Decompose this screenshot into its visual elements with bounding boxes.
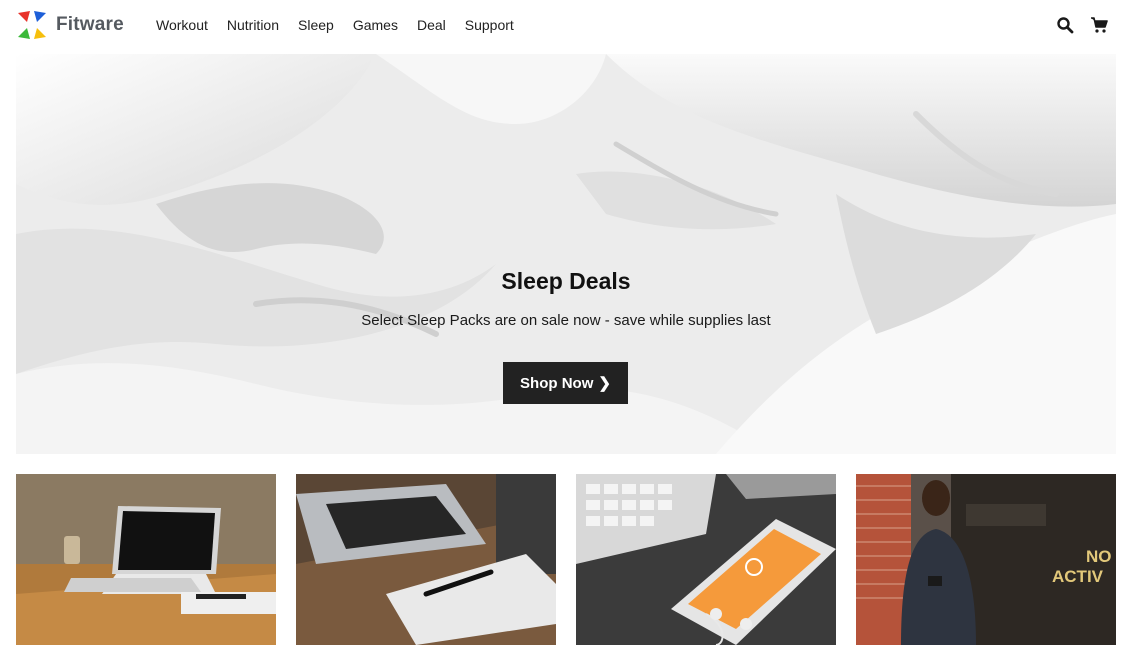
hero-title: Sleep Deals [501,268,631,294]
site-header: Fitware Workout Nutrition Sleep Games De… [0,0,1133,54]
nav-item-support[interactable]: Support [465,16,514,34]
nav-item-games[interactable]: Games [353,16,398,34]
man-with-phone-brick-wall-photo: NO ACTIV [856,474,1116,645]
hero-banner: Sleep Deals Select Sleep Packs are on sa… [16,54,1116,454]
nav-item-sleep[interactable]: Sleep [298,16,334,34]
nav-item-nutrition[interactable]: Nutrition [227,16,279,34]
search-icon[interactable] [1056,16,1074,34]
shop-now-button[interactable]: Shop Now ❯ [503,362,628,404]
product-card-laptop-table[interactable] [16,474,276,645]
main-nav: Workout Nutrition Sleep Games Deal Suppo… [156,16,533,34]
product-card-laptop-notebook[interactable] [296,474,556,645]
laptop-and-notebook-on-desk-photo [296,474,556,645]
sign-text-activ: ACTIV [1052,567,1104,586]
pinwheel-logo-icon [18,11,46,39]
product-card-man-phone[interactable]: NO ACTIV [856,474,1116,645]
sign-text-no: NO [1086,547,1112,566]
nav-item-workout[interactable]: Workout [156,16,208,34]
nav-item-deal[interactable]: Deal [417,16,446,34]
hero-subtitle: Select Sleep Packs are on sale now - sav… [361,312,771,329]
header-icons [1056,16,1108,34]
laptop-on-wooden-table-photo [16,474,276,645]
cart-icon[interactable] [1090,16,1108,34]
brand-logo[interactable]: Fitware [16,10,124,40]
brand-name: Fitware [56,14,124,35]
product-card-phone-keyboard[interactable] [576,474,836,645]
phone-keyboard-earbuds-photo [576,474,836,645]
shop-now-label: Shop Now [520,374,594,392]
chevron-right-icon: ❯ [598,375,611,392]
